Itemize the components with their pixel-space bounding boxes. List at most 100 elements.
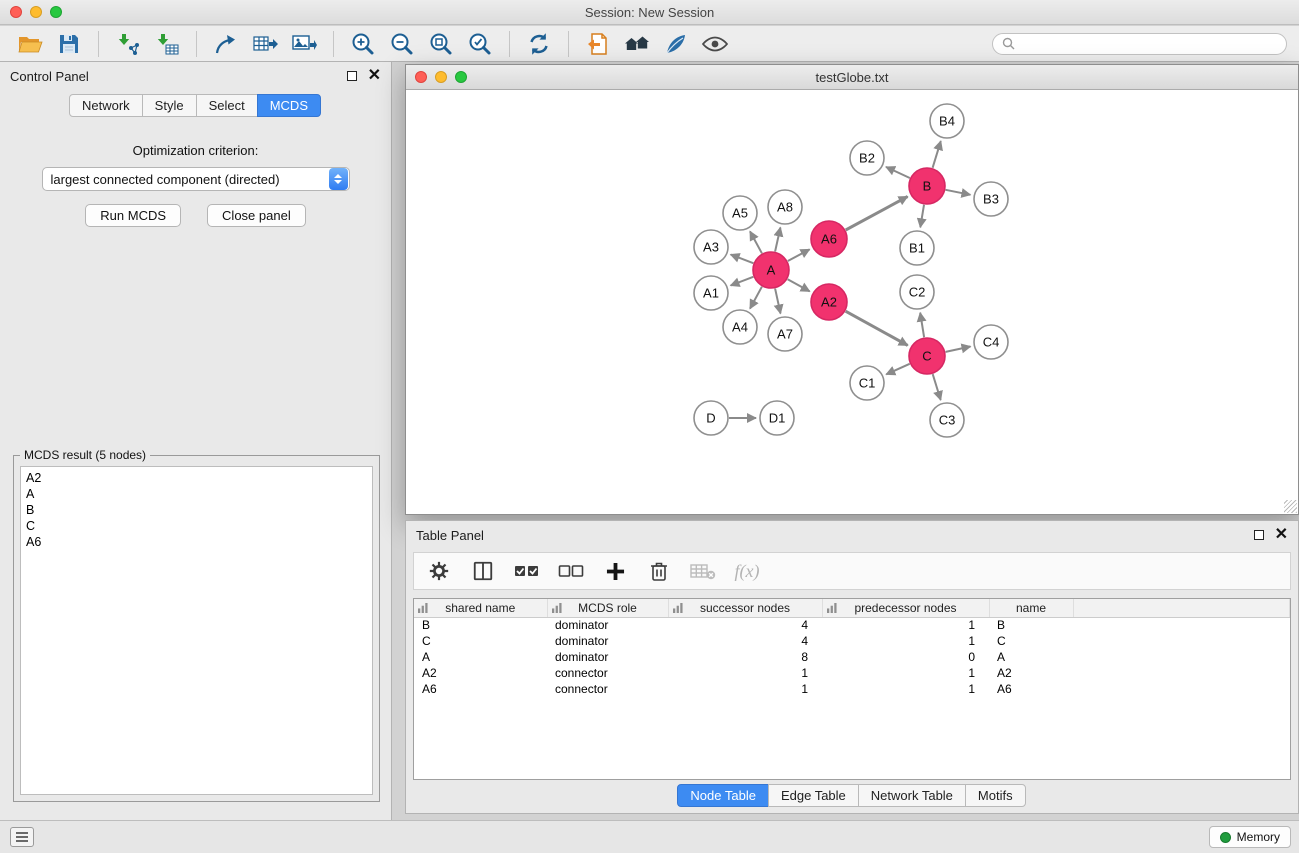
style-brush-button[interactable]	[658, 29, 694, 59]
table-row[interactable]: A6connector11A6	[414, 681, 1290, 697]
create-column-button[interactable]	[602, 558, 628, 584]
graphics-details-button[interactable]	[697, 29, 733, 59]
memory-button[interactable]: Memory	[1209, 826, 1291, 848]
graph-node-B[interactable]: B	[909, 168, 945, 204]
graph-edge-A-A8[interactable]	[775, 228, 780, 252]
show-columns-button[interactable]	[470, 558, 496, 584]
graph-edge-C-C2[interactable]	[920, 313, 924, 338]
graph-edge-B-B1[interactable]	[920, 205, 924, 228]
network-graph[interactable]: B4B2BB3A5A8A6A3B1AA1C2A2A4A7C4CC1C3DD1	[406, 91, 1298, 514]
table-settings-button[interactable]	[426, 558, 452, 584]
graph-edge-A2-C[interactable]	[846, 311, 908, 345]
float-panel-icon[interactable]	[347, 71, 357, 81]
graph-edge-C-C4[interactable]	[946, 347, 971, 352]
graph-node-A5[interactable]: A5	[723, 196, 757, 230]
graph-node-D[interactable]: D	[694, 401, 728, 435]
open-session-button[interactable]	[12, 29, 48, 59]
column-header-successor-nodes[interactable]: successor nodes	[668, 599, 822, 617]
resize-grip[interactable]	[1284, 500, 1297, 513]
search-input[interactable]	[1021, 37, 1277, 51]
graph-edge-B-B3[interactable]	[946, 190, 971, 195]
zoom-fit-button[interactable]	[423, 29, 459, 59]
graph-node-A1[interactable]: A1	[694, 276, 728, 310]
tab-network-table[interactable]: Network Table	[858, 784, 966, 807]
select-all-columns-button[interactable]	[514, 558, 540, 584]
search-box[interactable]	[992, 33, 1287, 55]
graph-edge-C-C3[interactable]	[933, 374, 941, 400]
zoom-in-button[interactable]	[345, 29, 381, 59]
tab-style[interactable]: Style	[142, 94, 197, 117]
table-row[interactable]: Bdominator41B	[414, 617, 1290, 633]
graph-edge-A-A2[interactable]	[788, 279, 810, 291]
graph-node-C[interactable]: C	[909, 338, 945, 374]
graph-node-A[interactable]: A	[753, 252, 789, 288]
close-panel-icon[interactable]: ✕	[368, 71, 381, 81]
close-window-button[interactable]	[10, 6, 22, 18]
network-zoom-button[interactable]	[455, 71, 467, 83]
graph-edge-A-A7[interactable]	[775, 289, 780, 314]
session-file-button[interactable]	[580, 29, 616, 59]
graph-node-C4[interactable]: C4	[974, 325, 1008, 359]
tab-motifs[interactable]: Motifs	[965, 784, 1026, 807]
tab-edge-table[interactable]: Edge Table	[768, 784, 859, 807]
export-image-button[interactable]	[286, 29, 322, 59]
close-panel-button[interactable]: Close panel	[207, 204, 306, 227]
column-header-mcds-role[interactable]: MCDS role	[547, 599, 668, 617]
mcds-result-item[interactable]: A6	[26, 534, 367, 550]
graph-edge-A-A6[interactable]	[788, 249, 810, 261]
network-minimize-button[interactable]	[435, 71, 447, 83]
graph-node-B2[interactable]: B2	[850, 141, 884, 175]
network-overview-button[interactable]	[619, 29, 655, 59]
close-table-panel-icon[interactable]: ✕	[1275, 530, 1288, 540]
graph-node-A7[interactable]: A7	[768, 317, 802, 351]
float-table-panel-icon[interactable]	[1254, 530, 1264, 540]
graph-edge-C-C1[interactable]	[886, 364, 910, 375]
graph-node-C3[interactable]: C3	[930, 403, 964, 437]
network-close-button[interactable]	[415, 71, 427, 83]
graph-node-A6[interactable]: A6	[811, 221, 847, 257]
zoom-selected-button[interactable]	[462, 29, 498, 59]
table-row[interactable]: Adominator80A	[414, 649, 1290, 665]
graph-node-B1[interactable]: B1	[900, 231, 934, 265]
graph-node-B3[interactable]: B3	[974, 182, 1008, 216]
tab-select[interactable]: Select	[196, 94, 258, 117]
graph-node-A3[interactable]: A3	[694, 230, 728, 264]
optimization-criterion-select[interactable]: largest connected component (directed)	[42, 167, 350, 191]
graph-node-C1[interactable]: C1	[850, 366, 884, 400]
graph-node-D1[interactable]: D1	[760, 401, 794, 435]
graph-edge-A6-B[interactable]	[846, 197, 908, 231]
tab-network[interactable]: Network	[69, 94, 143, 117]
graph-node-C2[interactable]: C2	[900, 275, 934, 309]
minimize-window-button[interactable]	[30, 6, 42, 18]
mcds-result-item[interactable]: A	[26, 486, 367, 502]
graph-node-A2[interactable]: A2	[811, 284, 847, 320]
mcds-result-item[interactable]: B	[26, 502, 367, 518]
network-window-titlebar[interactable]: testGlobe.txt	[406, 65, 1298, 90]
save-session-button[interactable]	[51, 29, 87, 59]
graph-edge-A-A4[interactable]	[750, 287, 762, 309]
import-table-button[interactable]	[149, 29, 185, 59]
mcds-result-item[interactable]: C	[26, 518, 367, 534]
graph-edge-A-A3[interactable]	[731, 255, 754, 264]
network-canvas[interactable]: B4B2BB3A5A8A6A3B1AA1C2A2A4A7C4CC1C3DD1	[406, 91, 1298, 514]
zoom-out-button[interactable]	[384, 29, 420, 59]
unselect-all-columns-button[interactable]	[558, 558, 584, 584]
column-header-name[interactable]: name	[989, 599, 1073, 617]
graph-node-A8[interactable]: A8	[768, 190, 802, 224]
run-mcds-button[interactable]: Run MCDS	[85, 204, 181, 227]
table-row[interactable]: Cdominator41C	[414, 633, 1290, 649]
import-network-button[interactable]	[110, 29, 146, 59]
column-header-predecessor-nodes[interactable]: predecessor nodes	[822, 599, 989, 617]
fullscreen-window-button[interactable]	[50, 6, 62, 18]
column-header-shared-name[interactable]: shared name	[414, 599, 547, 617]
graph-node-A4[interactable]: A4	[723, 310, 757, 344]
mcds-result-list[interactable]: A2ABCA6	[20, 466, 373, 795]
delete-column-button[interactable]	[646, 558, 672, 584]
table-row[interactable]: A2connector11A2	[414, 665, 1290, 681]
graph-edge-B-B2[interactable]	[886, 167, 910, 178]
mcds-result-item[interactable]: A2	[26, 470, 367, 486]
apply-layout-button[interactable]	[521, 29, 557, 59]
graph-edge-A-A1[interactable]	[731, 277, 754, 286]
graph-edge-B-B4[interactable]	[933, 141, 941, 168]
export-table-button[interactable]	[247, 29, 283, 59]
